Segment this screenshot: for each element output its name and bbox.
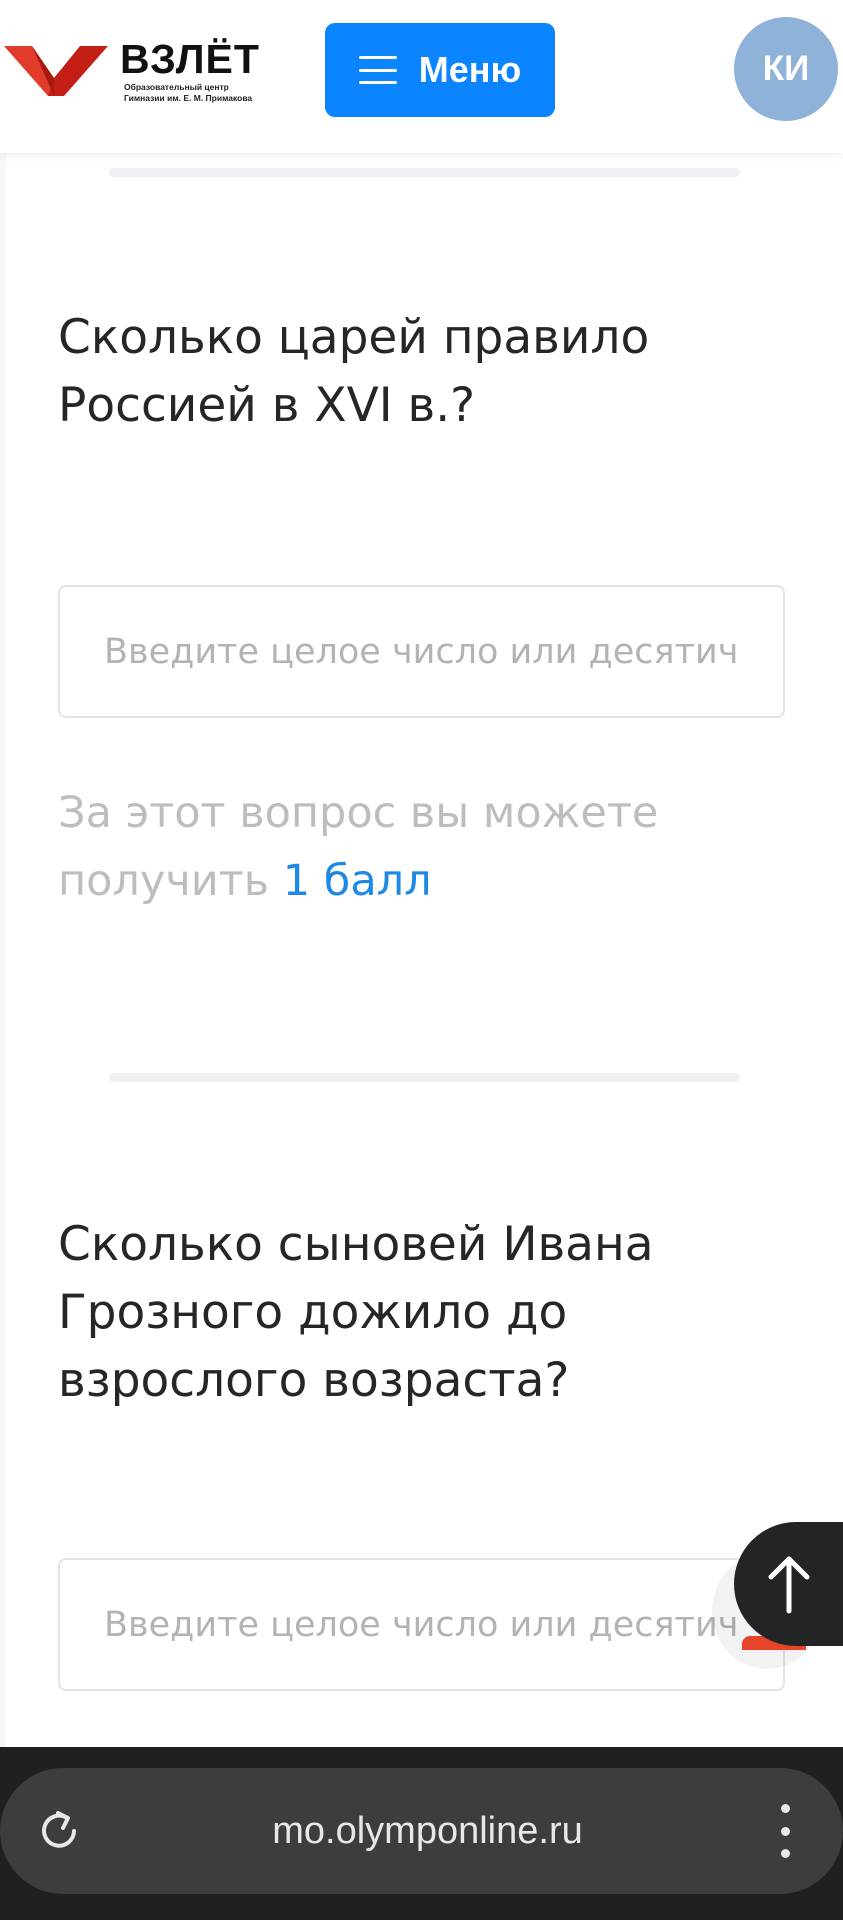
browser-bar: mo.olymponline.ru (0, 1747, 843, 1920)
logo-subtitle: Образовательный центр Гимназии им. Е. М.… (124, 82, 252, 104)
logo-subtitle-line: Образовательный центр (124, 82, 229, 92)
question-1-points: За этот вопрос вы можете получить 1 балл (58, 779, 798, 915)
answer-input-1[interactable] (58, 585, 785, 718)
section-divider (109, 1073, 740, 1082)
site-header: ВЗЛЁТ Образовательный центр Гимназии им.… (0, 0, 843, 153)
logo-title: ВЗЛЁТ (120, 36, 260, 82)
quiz-content: Сколько царей правило Россией в XVI в.? … (6, 153, 843, 1747)
reload-icon[interactable] (34, 1806, 84, 1856)
more-vertical-icon[interactable] (770, 1804, 800, 1858)
hamburger-icon (358, 56, 397, 84)
question-2-text: Сколько сыновей Ивана Грозного дожило до… (58, 1217, 654, 1408)
menu-button-label: Меню (418, 49, 522, 90)
question-1-text: Сколько царей правило Россией в XVI в.? (58, 310, 650, 433)
url-text[interactable]: mo.olymponline.ru (150, 1768, 705, 1894)
points-value: 1 балл (282, 856, 432, 906)
avatar[interactable]: КИ (734, 17, 838, 121)
arrow-up-icon (768, 1556, 810, 1614)
logo[interactable]: ВЗЛЁТ Образовательный центр Гимназии им.… (4, 34, 264, 108)
menu-button[interactable]: Меню (325, 23, 555, 117)
answer-input-2[interactable] (58, 1558, 785, 1691)
logo-subtitle-line: Гимназии им. Е. М. Примакова (124, 93, 253, 103)
page: ВЗЛЁТ Образовательный центр Гимназии им.… (0, 0, 843, 1920)
section-divider (109, 168, 740, 177)
address-bar[interactable]: mo.olymponline.ru (0, 1768, 843, 1894)
logo-mark-icon (4, 46, 108, 96)
